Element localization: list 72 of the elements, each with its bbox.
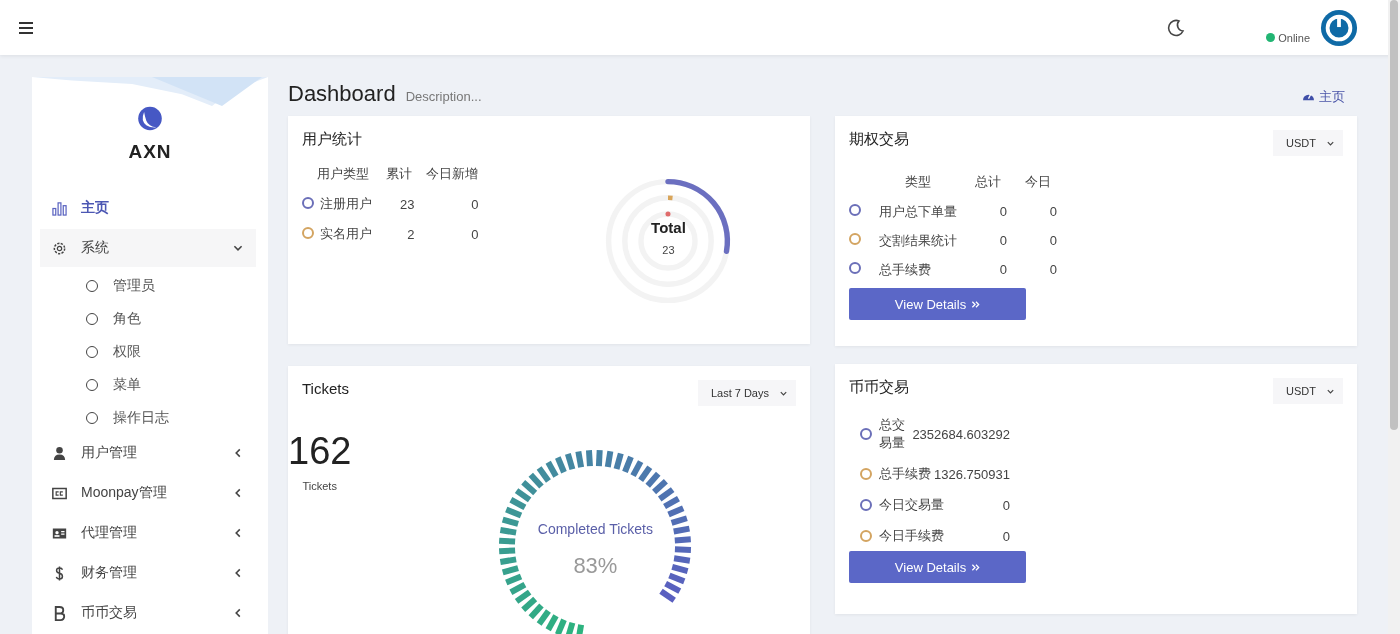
table-cell-text: 0 [998,232,1008,250]
row-value: 0 [1002,497,1010,513]
column-header: 今日新增 [425,165,480,183]
menu-icon[interactable] [19,21,33,34]
avatar[interactable] [1320,8,1358,47]
moon-icon[interactable] [1166,17,1187,38]
gauge-label: Completed Tickets [537,521,653,537]
row-value: 2352684.603292 [912,426,1010,442]
currency-dropdown[interactable]: USDT [1273,130,1343,156]
table-cell-text: 0 [1048,232,1058,250]
nav-item[interactable]: 财务管理 [40,554,256,592]
table-cell-text: 总手续费 [878,260,932,279]
gear-icon [52,240,67,256]
table-cell-text: 0 [998,261,1008,279]
nav-item[interactable]: 代理管理 [40,514,256,552]
view-details-button[interactable]: View Details [849,288,1026,320]
table-cell-text: 0 [470,225,480,244]
table-cell-text: 0 [1048,261,1058,279]
row-value: 1326.750931 [934,466,1010,482]
status-text: Online [1278,31,1310,44]
period-dropdown[interactable]: Last 7 Days [697,380,796,406]
scrollbar-thumb[interactable] [1390,0,1398,430]
table-cell-text: 交割结果统计 [878,231,958,250]
bar-chart-icon [52,200,67,216]
page-title: Dashboard [288,81,396,107]
column-header: 用户类型 [316,165,370,183]
card-title: 期权交易 [849,130,909,149]
user-icon [52,445,67,461]
chart-title: Total [651,219,686,236]
cc-icon [52,485,67,501]
nav-item[interactable]: 币币交易 [40,594,256,632]
table-cell-text: 0 [470,195,480,214]
nav-item[interactable]: 系统 [40,229,256,267]
table-cell: 注册用户 [314,189,378,219]
page-description: Description... [405,89,482,104]
ticket-count-label: Tickets [302,480,337,492]
double-chevron-icon [971,299,981,309]
gauge-value: 83% [573,553,618,579]
column-header: 总计 [974,172,1002,191]
row-value: 0 [1002,528,1010,544]
bitcoin-icon [52,605,67,621]
column-header: 今日 [1024,172,1052,191]
brand-name: AXN [128,141,172,163]
ticket-count: 162 [288,432,352,470]
table-cell-text: 2 [406,225,416,244]
nav-subitem[interactable]: 权限 [32,335,268,368]
nav-subitem[interactable]: 角色 [32,302,268,335]
breadcrumb-link[interactable]: 主页 [1319,88,1345,106]
table-cell-text: 0 [998,203,1008,221]
column-header: 累计 [385,165,414,183]
nav-item[interactable]: Moonpay管理 [40,474,256,512]
table-cell: 实名用户 [314,219,378,249]
currency-dropdown[interactable]: USDT [1273,378,1343,404]
chart-value: 23 [662,244,675,256]
card-title: 用户统计 [302,130,363,149]
nav-subitem[interactable]: 管理员 [32,269,268,302]
card-title: 币币交易 [849,378,909,397]
nav-subitem[interactable]: 操作日志 [32,401,268,434]
card-title: Tickets [302,380,349,397]
view-details-button[interactable]: View Details [849,551,1026,583]
row-label: 总手续费 [879,465,932,483]
table-cell-text: 23 [399,195,416,214]
nav-subitem[interactable]: 菜单 [32,368,268,401]
row-label: 总交易量 [879,416,906,452]
column-header: 类型 [904,172,932,191]
double-chevron-icon [971,562,981,572]
table-cell-text: 用户总下单量 [878,202,958,221]
nav-item[interactable]: 用户管理 [40,434,256,472]
row-label: 今日交易量 [879,496,945,514]
nav-item[interactable]: 主页 [40,189,256,227]
row-label: 今日手续费 [879,527,945,545]
table-cell-text: 0 [1048,203,1058,221]
